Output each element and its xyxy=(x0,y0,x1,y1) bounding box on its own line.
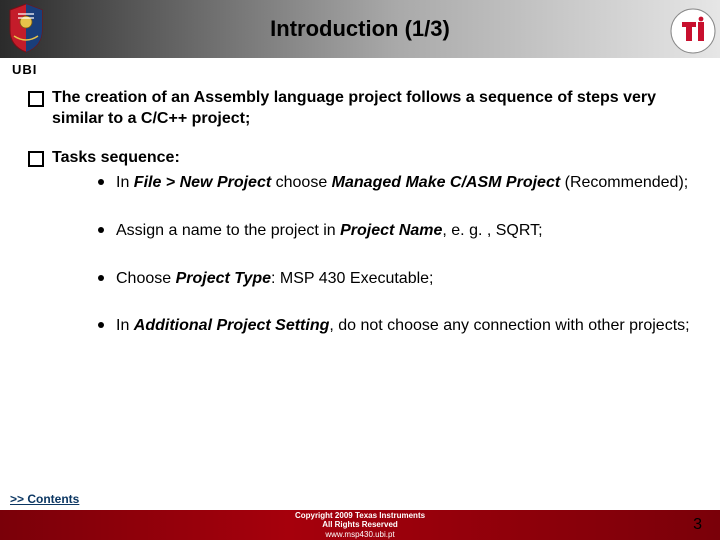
sub-item-3: Choose Project Type: MSP 430 Executable; xyxy=(98,268,694,290)
bullet-item-1: The creation of an Assembly language pro… xyxy=(28,88,694,130)
slide-body: The creation of an Assembly language pro… xyxy=(28,88,694,363)
footer-copyright: Copyright 2009 Texas Instruments xyxy=(295,511,425,520)
bullet-item-2: Tasks sequence: In File > New Project ch… xyxy=(28,148,694,337)
page-number: 3 xyxy=(693,516,702,534)
sub-item-1: In File > New Project choose Managed Mak… xyxy=(98,172,694,194)
slide: Introduction (1/3) UBI The creation of a… xyxy=(0,0,720,540)
bullet-1-text: The creation of an Assembly language pro… xyxy=(52,89,656,127)
ubi-label: UBI xyxy=(12,62,37,77)
footer-url: www.msp430.ubi.pt xyxy=(325,530,394,539)
ubi-crest-logo xyxy=(4,2,48,54)
contents-link[interactable]: >> Contents xyxy=(10,492,79,506)
bullet-list: The creation of an Assembly language pro… xyxy=(28,88,694,130)
title-bar: Introduction (1/3) xyxy=(0,0,720,58)
sub-item-2: Assign a name to the project in Project … xyxy=(98,220,694,242)
slide-title: Introduction (1/3) xyxy=(270,16,450,42)
ti-logo xyxy=(670,8,716,54)
sub-list: In File > New Project choose Managed Mak… xyxy=(98,172,694,336)
footer-rights: All Rights Reserved xyxy=(322,520,398,529)
footer-bar: Copyright 2009 Texas Instruments All Rig… xyxy=(0,510,720,540)
bullet-list-2: Tasks sequence: In File > New Project ch… xyxy=(28,148,694,337)
sub-item-4: In Additional Project Setting, do not ch… xyxy=(98,315,694,337)
bullet-2-heading: Tasks sequence: xyxy=(52,149,180,166)
